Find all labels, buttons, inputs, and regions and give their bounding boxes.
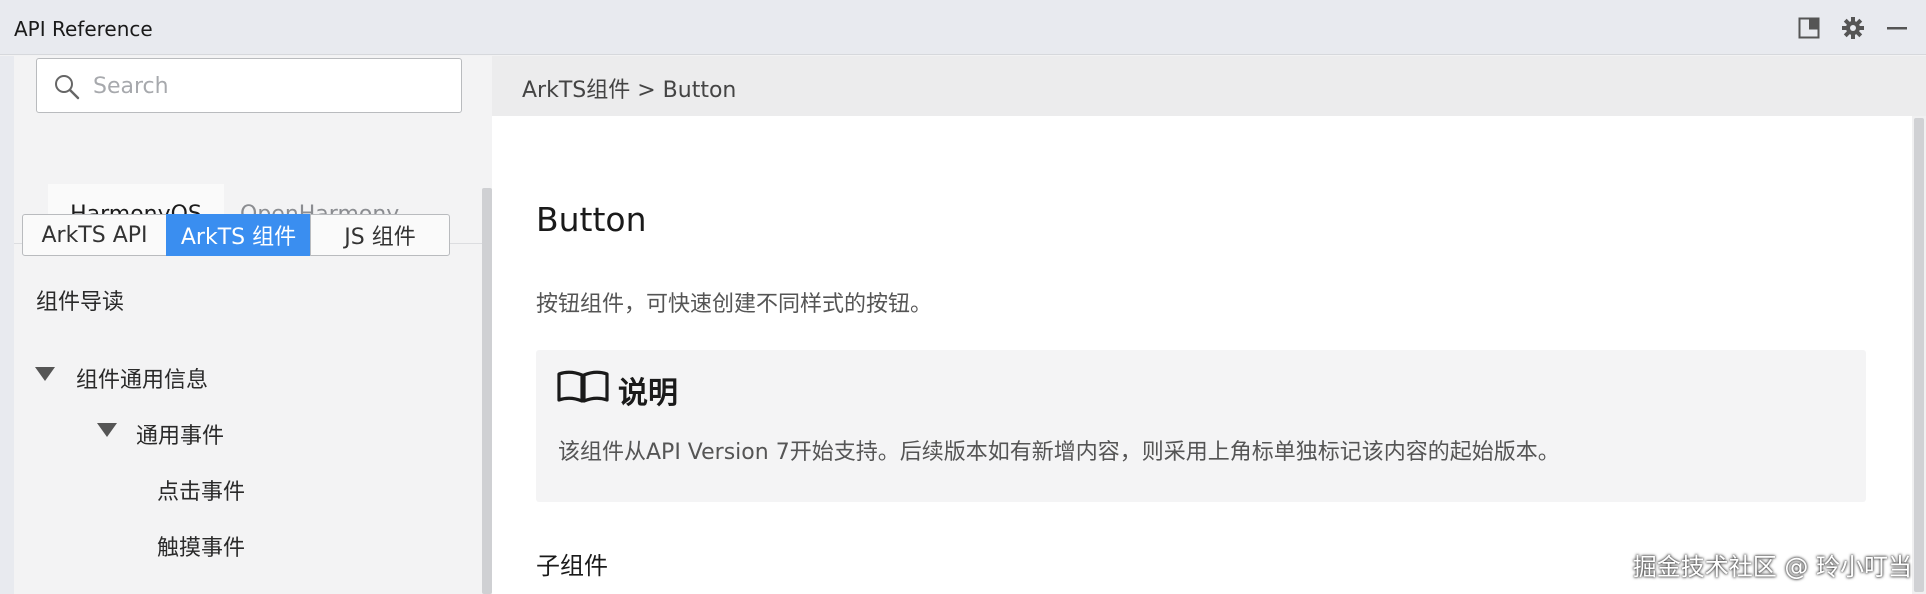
nav-item-click-event[interactable]: 点击事件 [157,474,245,506]
panel-toggle-icon[interactable] [1796,15,1822,41]
breadcrumb[interactable]: ArkTS组件 > Button [522,72,736,104]
sidebar: HarmonyOS OpenHarmony ArkTS API ArkTS 组件… [0,56,492,594]
main-scrollbar[interactable] [1912,116,1926,594]
watermark: 掘金技术社区 @ 玲小叮当 [1632,553,1912,581]
api-reference-window: API Reference Search ArkTS API ArkTS 组件 … [0,0,1926,594]
main-scrollbar-thumb[interactable] [1914,118,1924,592]
main-content: ArkTS组件 > Button Button 按钮组件，可快速创建不同样式的按… [492,56,1926,594]
search-icon [53,73,81,105]
page-description: 按钮组件，可快速创建不同样式的按钮。 [536,292,933,317]
search-input[interactable] [93,69,443,103]
section-heading-subcomponents: 子组件 [536,552,608,580]
page-title: Button [536,200,647,239]
window-title: API Reference [14,17,153,41]
chevron-down-icon[interactable] [34,366,56,386]
chevron-down-icon[interactable] [96,422,118,442]
breadcrumb-bar: ArkTS组件 > Button [492,56,1926,116]
minimize-icon[interactable] [1884,15,1910,41]
segment-js-components[interactable]: JS 组件 [310,214,450,256]
segment-arkts-components[interactable]: ArkTS 组件 [166,214,311,256]
sidebar-scrollbar[interactable] [482,188,492,594]
nav-item-guide[interactable]: 组件导读 [36,284,124,316]
note-title: 说明 [618,376,678,411]
book-icon [556,368,610,410]
note-body: 该组件从API Version 7开始支持。后续版本如有新增内容，则采用上角标单… [558,440,1560,465]
gear-icon[interactable] [1840,15,1866,41]
title-bar: API Reference [0,0,1926,55]
segment-arkts-api[interactable]: ArkTS API [22,214,167,256]
nav-item-touch-event[interactable]: 触摸事件 [157,530,245,562]
search-box[interactable] [36,58,462,113]
nav-item-common-info[interactable]: 组件通用信息 [76,362,208,394]
note-box: 说明 该组件从API Version 7开始支持。后续版本如有新增内容，则采用上… [536,350,1866,502]
nav-item-common-events[interactable]: 通用事件 [136,418,224,450]
